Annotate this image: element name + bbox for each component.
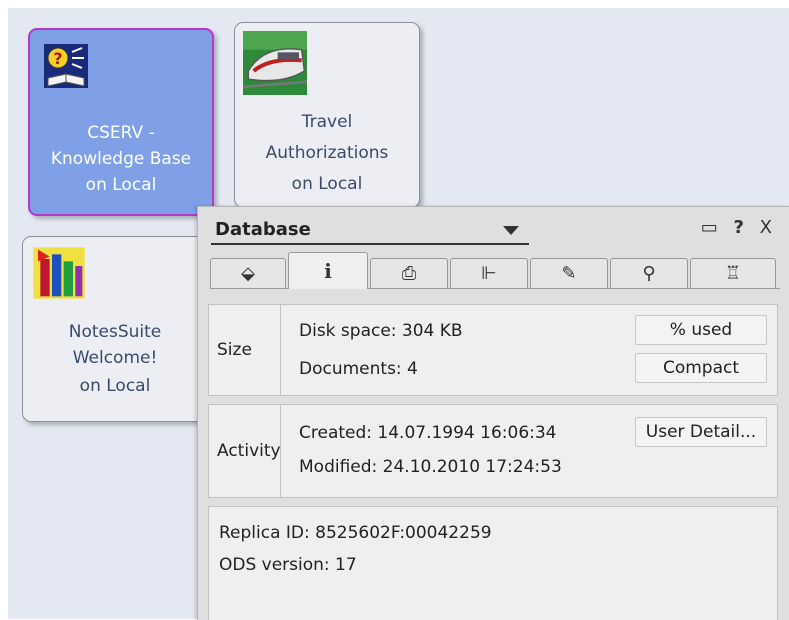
created-value: Created: 14.07.1994 16:06:34 — [299, 423, 557, 443]
panel-selector[interactable]: Database — [211, 217, 529, 245]
svg-text:?: ? — [53, 49, 62, 68]
tile-label-line: on Local — [291, 174, 363, 194]
close-icon[interactable]: X — [760, 217, 772, 238]
activity-label: Activity — [209, 405, 281, 497]
advanced-tab-icon: ♖ — [724, 263, 742, 284]
tab-advanced[interactable]: ♖ — [690, 258, 776, 288]
tile-label-line: on Local — [85, 175, 157, 195]
user-detail-button[interactable]: User Detail... — [635, 417, 767, 447]
tile-label-line: Authorizations — [265, 143, 389, 163]
tile-label-line: Travel — [301, 112, 353, 132]
percent-used-button[interactable]: % used — [635, 315, 767, 345]
ods-version-value: ODS version: 17 — [219, 555, 357, 575]
panel-tabs: ⬙ i ⎙ ⊩ ✎ ⚲ ♖ — [210, 252, 780, 289]
tile-cserv-knowledge-base[interactable]: ? CSERV - Knowledge Base on Local — [28, 28, 214, 216]
tab-search[interactable]: ⚲ — [610, 258, 688, 288]
tab-info[interactable]: i — [288, 252, 368, 289]
design-tab-icon: ⊩ — [481, 263, 497, 284]
info-tab-icon: i — [324, 259, 332, 283]
size-label: Size — [209, 305, 281, 395]
tab-design[interactable]: ⊩ — [450, 258, 528, 288]
compact-button[interactable]: Compact — [635, 353, 767, 383]
basics-tab-icon: ⬙ — [241, 263, 255, 284]
disk-space-value: Disk space: 304 KB — [299, 321, 463, 341]
tile-label-line: NotesSuite — [68, 322, 162, 342]
tile-label-line: Knowledge Base — [50, 149, 192, 169]
print-tab-icon: ⎙ — [401, 263, 417, 284]
panel-title: Database — [215, 219, 311, 240]
help-book-icon: ? — [44, 44, 88, 88]
tab-basics[interactable]: ⬙ — [210, 258, 286, 288]
database-properties-panel: Database ▭ ? X ⬙ i ⎙ ⊩ ✎ ⚲ ♖ Size Disk s… — [197, 206, 789, 620]
minimize-icon[interactable]: ▭ — [701, 217, 718, 238]
tab-launch[interactable]: ✎ — [530, 258, 608, 288]
launch-tab-icon: ✎ — [561, 263, 577, 284]
replica-id-value: Replica ID: 8525602F:00042259 — [219, 523, 492, 543]
dropdown-arrow-icon[interactable] — [503, 226, 519, 235]
tile-travel-authorizations[interactable]: Travel Authorizations on Local — [234, 22, 420, 208]
train-icon — [243, 31, 307, 95]
activity-section: Activity Created: 14.07.1994 16:06:34 Mo… — [208, 404, 778, 498]
documents-value: Documents: 4 — [299, 359, 418, 379]
tile-label-line: CSERV - — [87, 123, 155, 143]
search-tab-icon: ⚲ — [642, 263, 656, 284]
modified-value: Modified: 24.10.2010 17:24:53 — [299, 457, 562, 477]
replica-info-section: Replica ID: 8525602F:00042259 ODS versio… — [208, 506, 778, 620]
help-icon[interactable]: ? — [733, 217, 743, 238]
tile-notessuite-welcome[interactable]: NotesSuite Welcome! on Local — [22, 236, 208, 422]
tile-label-line: Welcome! — [72, 348, 158, 368]
panel-toolbar: ▭ ? X — [691, 217, 772, 238]
tab-print[interactable]: ⎙ — [370, 258, 448, 288]
tile-label-line: on Local — [79, 376, 151, 396]
notessuite-icon — [33, 247, 85, 299]
size-section: Size Disk space: 304 KB Documents: 4 % u… — [208, 304, 778, 396]
